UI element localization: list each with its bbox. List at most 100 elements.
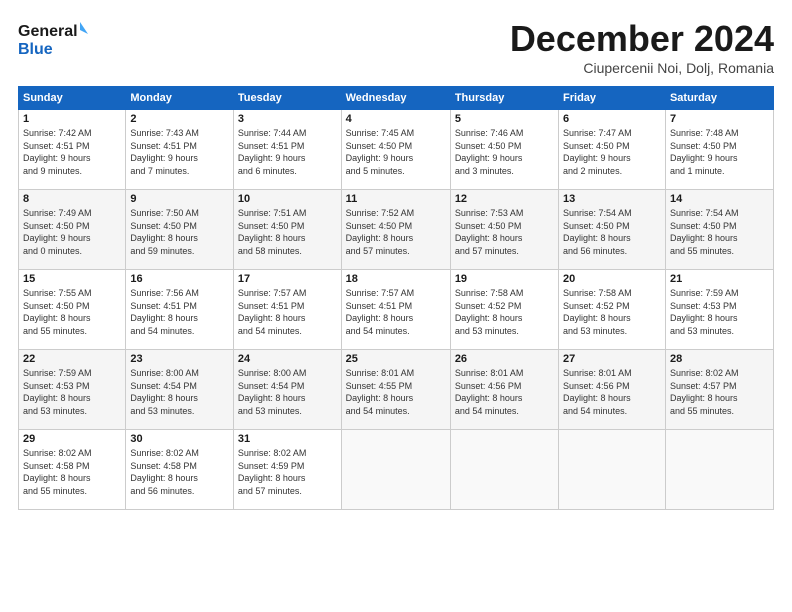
calendar-cell: 6 Sunrise: 7:47 AM Sunset: 4:50 PM Daylig… <box>559 110 666 190</box>
day-info: Sunrise: 7:44 AM Sunset: 4:51 PM Dayligh… <box>238 127 337 177</box>
day-number: 24 <box>238 353 337 365</box>
day-info: Sunrise: 8:02 AM Sunset: 4:58 PM Dayligh… <box>23 447 121 497</box>
day-number: 20 <box>563 273 661 285</box>
day-number: 5 <box>455 113 554 125</box>
day-info: Sunrise: 7:58 AM Sunset: 4:52 PM Dayligh… <box>455 287 554 337</box>
calendar-cell: 28Sunrise: 8:02 AM Sunset: 4:57 PM Dayli… <box>665 350 773 430</box>
day-number: 29 <box>23 433 121 445</box>
calendar-week-row: 8 Sunrise: 7:49 AM Sunset: 4:50 PM Daylig… <box>19 190 774 270</box>
calendar-cell: 8 Sunrise: 7:49 AM Sunset: 4:50 PM Daylig… <box>19 190 126 270</box>
calendar-cell <box>559 430 666 510</box>
day-info: Sunrise: 7:59 AM Sunset: 4:53 PM Dayligh… <box>23 367 121 417</box>
calendar-header: SundayMondayTuesdayWednesdayThursdayFrid… <box>19 87 774 110</box>
calendar-cell: 3 Sunrise: 7:44 AM Sunset: 4:51 PM Daylig… <box>233 110 341 190</box>
location: Ciupercenii Noi, Dolj, Romania <box>510 60 774 76</box>
calendar-cell <box>665 430 773 510</box>
day-number: 22 <box>23 353 121 365</box>
day-number: 10 <box>238 193 337 205</box>
day-number: 15 <box>23 273 121 285</box>
calendar-cell: 20 Sunrise: 7:58 AM Sunset: 4:52 PM Dayli… <box>559 270 666 350</box>
calendar-cell: 25 Sunrise: 8:01 AM Sunset: 4:55 PM Dayli… <box>341 350 450 430</box>
day-number: 6 <box>563 113 661 125</box>
calendar-cell: 10Sunrise: 7:51 AM Sunset: 4:50 PM Dayli… <box>233 190 341 270</box>
day-number: 27 <box>563 353 661 365</box>
day-number: 2 <box>130 113 229 125</box>
calendar-cell: 14 Sunrise: 7:54 AM Sunset: 4:50 PM Dayli… <box>665 190 773 270</box>
calendar-cell: 29 Sunrise: 8:02 AM Sunset: 4:58 PM Dayli… <box>19 430 126 510</box>
day-number: 1 <box>23 113 121 125</box>
day-number: 18 <box>346 273 446 285</box>
day-number: 7 <box>670 113 769 125</box>
calendar-cell: 21 Sunrise: 7:59 AM Sunset: 4:53 PM Dayli… <box>665 270 773 350</box>
day-number: 23 <box>130 353 229 365</box>
calendar-cell <box>341 430 450 510</box>
day-number: 17 <box>238 273 337 285</box>
page: General Blue December 2024 Ciupercenii N… <box>0 0 792 612</box>
weekday-header: Monday <box>126 87 234 110</box>
calendar-cell: 11Sunrise: 7:52 AM Sunset: 4:50 PM Dayli… <box>341 190 450 270</box>
title-section: December 2024 Ciupercenii Noi, Dolj, Rom… <box>510 18 774 76</box>
calendar-cell: 12 Sunrise: 7:53 AM Sunset: 4:50 PM Dayli… <box>450 190 558 270</box>
calendar-cell: 31 Sunrise: 8:02 AM Sunset: 4:59 PM Dayli… <box>233 430 341 510</box>
calendar-body: 1Sunrise: 7:42 AM Sunset: 4:51 PM Daylig… <box>19 110 774 510</box>
day-number: 21 <box>670 273 769 285</box>
day-info: Sunrise: 7:50 AM Sunset: 4:50 PM Dayligh… <box>130 207 229 257</box>
day-info: Sunrise: 7:55 AM Sunset: 4:50 PM Dayligh… <box>23 287 121 337</box>
day-info: Sunrise: 7:56 AM Sunset: 4:51 PM Dayligh… <box>130 287 229 337</box>
weekday-header: Thursday <box>450 87 558 110</box>
day-info: Sunrise: 7:49 AM Sunset: 4:50 PM Dayligh… <box>23 207 121 257</box>
day-number: 8 <box>23 193 121 205</box>
day-number: 9 <box>130 193 229 205</box>
day-number: 3 <box>238 113 337 125</box>
day-number: 12 <box>455 193 554 205</box>
day-info: Sunrise: 7:59 AM Sunset: 4:53 PM Dayligh… <box>670 287 769 337</box>
day-number: 4 <box>346 113 446 125</box>
calendar-cell: 15 Sunrise: 7:55 AM Sunset: 4:50 PM Dayli… <box>19 270 126 350</box>
day-info: Sunrise: 7:54 AM Sunset: 4:50 PM Dayligh… <box>670 207 769 257</box>
calendar-table: SundayMondayTuesdayWednesdayThursdayFrid… <box>18 86 774 510</box>
day-info: Sunrise: 7:47 AM Sunset: 4:50 PM Dayligh… <box>563 127 661 177</box>
calendar-cell: 13 Sunrise: 7:54 AM Sunset: 4:50 PM Dayli… <box>559 190 666 270</box>
logo-svg: General Blue <box>18 18 88 60</box>
day-number: 28 <box>670 353 769 365</box>
month-title: December 2024 <box>510 18 774 60</box>
calendar-cell: 18Sunrise: 7:57 AM Sunset: 4:51 PM Dayli… <box>341 270 450 350</box>
calendar-cell: 1Sunrise: 7:42 AM Sunset: 4:51 PM Daylig… <box>19 110 126 190</box>
weekday-header: Saturday <box>665 87 773 110</box>
day-number: 13 <box>563 193 661 205</box>
calendar-week-row: 22 Sunrise: 7:59 AM Sunset: 4:53 PM Dayli… <box>19 350 774 430</box>
header: General Blue December 2024 Ciupercenii N… <box>18 18 774 76</box>
day-number: 26 <box>455 353 554 365</box>
calendar-week-row: 15 Sunrise: 7:55 AM Sunset: 4:50 PM Dayli… <box>19 270 774 350</box>
calendar-cell: 22 Sunrise: 7:59 AM Sunset: 4:53 PM Dayli… <box>19 350 126 430</box>
day-info: Sunrise: 7:45 AM Sunset: 4:50 PM Dayligh… <box>346 127 446 177</box>
weekday-header: Wednesday <box>341 87 450 110</box>
day-number: 25 <box>346 353 446 365</box>
day-info: Sunrise: 8:00 AM Sunset: 4:54 PM Dayligh… <box>130 367 229 417</box>
day-info: Sunrise: 7:52 AM Sunset: 4:50 PM Dayligh… <box>346 207 446 257</box>
calendar-cell: 27 Sunrise: 8:01 AM Sunset: 4:56 PM Dayli… <box>559 350 666 430</box>
day-info: Sunrise: 7:53 AM Sunset: 4:50 PM Dayligh… <box>455 207 554 257</box>
day-info: Sunrise: 8:02 AM Sunset: 4:59 PM Dayligh… <box>238 447 337 497</box>
calendar-cell: 23 Sunrise: 8:00 AM Sunset: 4:54 PM Dayli… <box>126 350 234 430</box>
weekday-row: SundayMondayTuesdayWednesdayThursdayFrid… <box>19 87 774 110</box>
day-info: Sunrise: 8:01 AM Sunset: 4:56 PM Dayligh… <box>455 367 554 417</box>
calendar-week-row: 1Sunrise: 7:42 AM Sunset: 4:51 PM Daylig… <box>19 110 774 190</box>
day-number: 14 <box>670 193 769 205</box>
day-info: Sunrise: 8:00 AM Sunset: 4:54 PM Dayligh… <box>238 367 337 417</box>
day-number: 19 <box>455 273 554 285</box>
day-info: Sunrise: 7:58 AM Sunset: 4:52 PM Dayligh… <box>563 287 661 337</box>
svg-text:General: General <box>18 23 78 40</box>
calendar-cell: 5Sunrise: 7:46 AM Sunset: 4:50 PM Daylig… <box>450 110 558 190</box>
logo: General Blue <box>18 18 88 60</box>
calendar-cell: 30Sunrise: 8:02 AM Sunset: 4:58 PM Dayli… <box>126 430 234 510</box>
day-info: Sunrise: 7:54 AM Sunset: 4:50 PM Dayligh… <box>563 207 661 257</box>
day-info: Sunrise: 8:01 AM Sunset: 4:56 PM Dayligh… <box>563 367 661 417</box>
weekday-header: Tuesday <box>233 87 341 110</box>
day-number: 31 <box>238 433 337 445</box>
calendar-cell: 16Sunrise: 7:56 AM Sunset: 4:51 PM Dayli… <box>126 270 234 350</box>
weekday-header: Friday <box>559 87 666 110</box>
weekday-header: Sunday <box>19 87 126 110</box>
day-info: Sunrise: 8:01 AM Sunset: 4:55 PM Dayligh… <box>346 367 446 417</box>
calendar-week-row: 29 Sunrise: 8:02 AM Sunset: 4:58 PM Dayli… <box>19 430 774 510</box>
